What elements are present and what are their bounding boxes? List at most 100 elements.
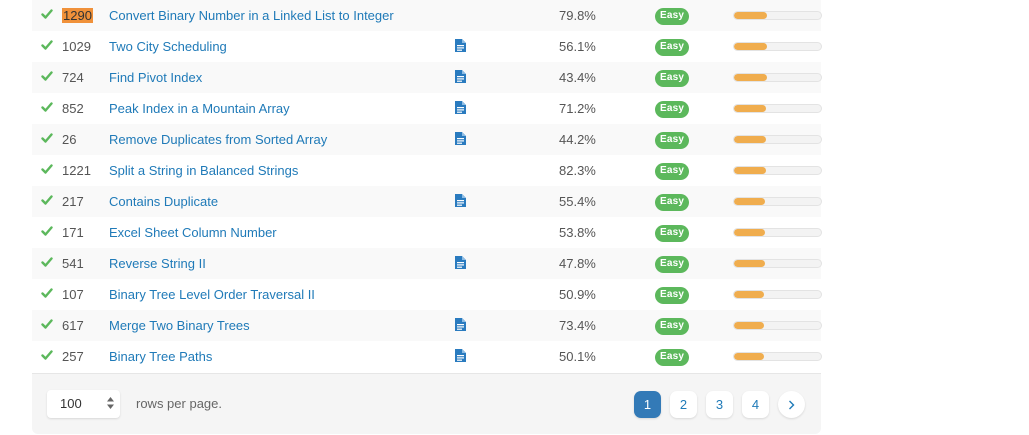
page-button-4[interactable]: 4: [742, 391, 769, 418]
frequency-bar-fill: [734, 12, 768, 19]
difficulty-cell: Easy: [655, 93, 733, 124]
page-button-1[interactable]: 1: [634, 391, 661, 418]
frequency-bar: [733, 42, 822, 51]
table-row: 617 Merge Two Binary Trees 73.4% Easy: [32, 310, 822, 341]
document-icon[interactable]: [455, 38, 466, 52]
check-icon: [41, 101, 53, 116]
frequency-bar-fill: [734, 229, 766, 236]
document-icon[interactable]: [455, 317, 466, 331]
problem-id-cell: 1029: [62, 31, 109, 62]
problem-id-cell: 1290: [62, 0, 109, 31]
rows-per-page-select[interactable]: 100: [47, 390, 120, 418]
frequency-bar: [733, 73, 822, 82]
problem-id-cell: 107: [62, 279, 109, 310]
frequency-bar-fill: [734, 322, 765, 329]
status-cell: [32, 279, 62, 310]
difficulty-cell: Easy: [655, 31, 733, 62]
check-icon: [41, 349, 53, 364]
problem-title-link[interactable]: Split a String in Balanced Strings: [109, 163, 298, 178]
problem-title-cell: Reverse String II: [109, 248, 455, 279]
problem-title-cell: Split a String in Balanced Strings: [109, 155, 455, 186]
table-row: 107 Binary Tree Level Order Traversal II 5…: [32, 279, 822, 310]
check-icon: [41, 318, 53, 333]
solution-cell: [455, 186, 559, 217]
frequency-bar: [733, 135, 822, 144]
status-cell: [32, 341, 62, 372]
acceptance-rate: 56.1%: [559, 39, 596, 54]
status-cell: [32, 124, 62, 155]
check-icon: [41, 70, 53, 85]
problem-title-link[interactable]: Two City Scheduling: [109, 39, 227, 54]
next-page-button[interactable]: [778, 391, 805, 418]
sort-arrows-icon: [107, 397, 114, 409]
acceptance-rate: 79.8%: [559, 8, 596, 23]
check-icon: [41, 39, 53, 54]
status-cell: [32, 0, 62, 31]
frequency-bar-fill: [734, 353, 765, 360]
frequency-bar-fill: [734, 260, 766, 267]
frequency-cell: [733, 31, 822, 62]
solution-cell: [455, 341, 559, 372]
page-button-2[interactable]: 2: [670, 391, 697, 418]
problem-title-link[interactable]: Reverse String II: [109, 256, 206, 271]
problem-id: 1221: [62, 163, 91, 178]
problem-id-cell: 257: [62, 341, 109, 372]
table-row: 217 Contains Duplicate 55.4% Easy: [32, 186, 822, 217]
status-cell: [32, 31, 62, 62]
document-icon[interactable]: [455, 255, 466, 269]
frequency-cell: [733, 124, 822, 155]
frequency-cell: [733, 248, 822, 279]
problem-id-cell: 617: [62, 310, 109, 341]
problem-title-link[interactable]: Binary Tree Paths: [109, 349, 212, 364]
problem-title-link[interactable]: Peak Index in a Mountain Array: [109, 101, 290, 116]
problem-table: 1290 Convert Binary Number in a Linked Li…: [32, 0, 822, 372]
difficulty-badge: Easy: [655, 287, 690, 304]
problem-title-link[interactable]: Merge Two Binary Trees: [109, 318, 250, 333]
problem-id: 1290: [62, 8, 93, 23]
problem-title-link[interactable]: Binary Tree Level Order Traversal II: [109, 287, 315, 302]
difficulty-badge: Easy: [655, 132, 690, 149]
problem-title-link[interactable]: Convert Binary Number in a Linked List t…: [109, 8, 394, 23]
acceptance-rate: 47.8%: [559, 256, 596, 271]
frequency-cell: [733, 310, 822, 341]
page-button-3[interactable]: 3: [706, 391, 733, 418]
frequency-bar: [733, 352, 822, 361]
status-cell: [32, 186, 62, 217]
difficulty-badge: Easy: [655, 225, 690, 242]
problem-table-container: 1290 Convert Binary Number in a Linked Li…: [32, 0, 822, 372]
problem-title-cell: Merge Two Binary Trees: [109, 310, 455, 341]
frequency-bar-fill: [734, 167, 767, 174]
table-row: 1290 Convert Binary Number in a Linked Li…: [32, 0, 822, 31]
document-icon[interactable]: [455, 131, 466, 145]
difficulty-cell: Easy: [655, 279, 733, 310]
solution-cell: [455, 310, 559, 341]
problem-id-cell: 1221: [62, 155, 109, 186]
problem-title-link[interactable]: Excel Sheet Column Number: [109, 225, 277, 240]
check-icon: [41, 225, 53, 240]
document-icon[interactable]: [455, 69, 466, 83]
solution-cell: [455, 0, 559, 31]
problem-title-link[interactable]: Contains Duplicate: [109, 194, 218, 209]
problem-title-link[interactable]: Find Pivot Index: [109, 70, 202, 85]
acceptance-rate: 82.3%: [559, 163, 596, 178]
document-icon[interactable]: [455, 100, 466, 114]
frequency-bar: [733, 259, 822, 268]
problem-id-cell: 26: [62, 124, 109, 155]
document-icon[interactable]: [455, 193, 466, 207]
document-icon[interactable]: [455, 348, 466, 362]
status-cell: [32, 62, 62, 93]
check-icon: [41, 8, 53, 23]
problem-title-cell: Find Pivot Index: [109, 62, 455, 93]
acceptance-rate: 73.4%: [559, 318, 596, 333]
frequency-bar: [733, 197, 822, 206]
solution-cell: [455, 93, 559, 124]
check-icon: [41, 163, 53, 178]
frequency-cell: [733, 0, 822, 31]
difficulty-cell: Easy: [655, 341, 733, 372]
problem-id: 107: [62, 287, 84, 302]
difficulty-cell: Easy: [655, 0, 733, 31]
status-cell: [32, 155, 62, 186]
acceptance-rate: 43.4%: [559, 70, 596, 85]
problem-id: 852: [62, 101, 84, 116]
problem-title-link[interactable]: Remove Duplicates from Sorted Array: [109, 132, 327, 147]
